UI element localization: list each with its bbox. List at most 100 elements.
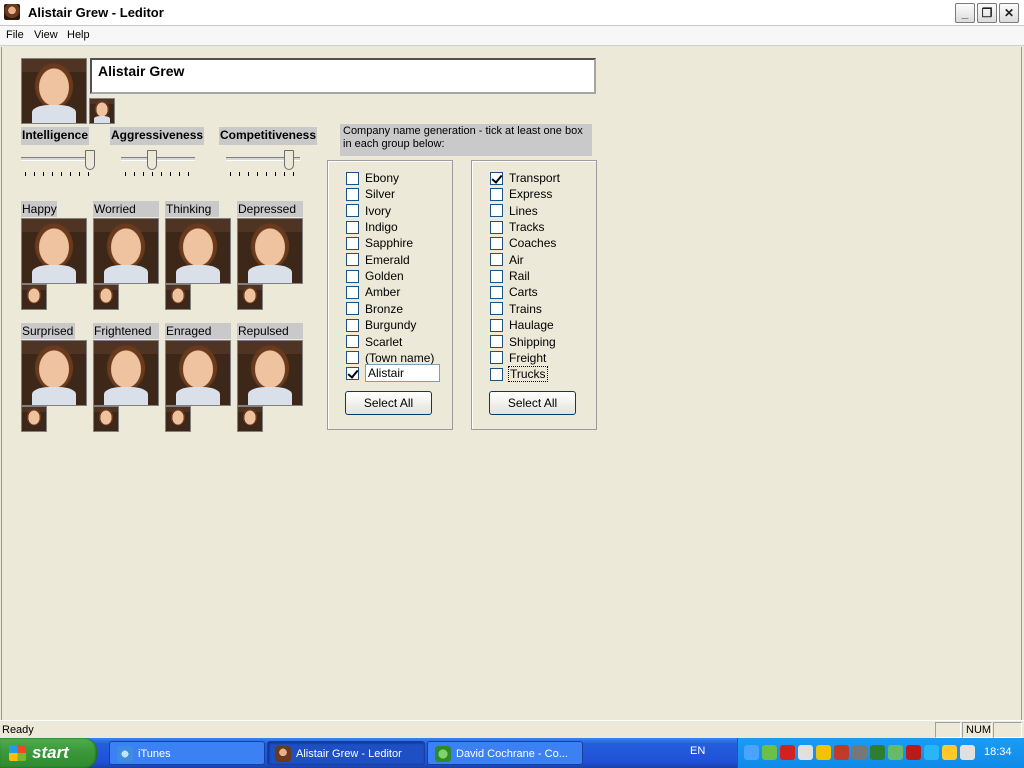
- close-button[interactable]: ✕: [999, 3, 1019, 23]
- checkbox-row-bronze[interactable]: Bronze: [346, 301, 403, 317]
- intelligence-slider[interactable]: [21, 150, 95, 180]
- checkbox-trucks[interactable]: [490, 367, 503, 381]
- select-all-suffix-button[interactable]: Select All: [489, 391, 576, 415]
- zonealarm-tray-icon[interactable]: [780, 745, 795, 760]
- minimize-button[interactable]: _: [955, 3, 975, 23]
- checkbox-row-rail[interactable]: Rail: [490, 268, 530, 284]
- emotion-thumb-enraged[interactable]: [165, 406, 191, 432]
- menu-help[interactable]: Help: [67, 29, 90, 41]
- browser-tray-icon[interactable]: [924, 745, 939, 760]
- checkbox-row-amber[interactable]: Amber: [346, 284, 400, 300]
- select-all-prefix-button[interactable]: Select All: [345, 391, 432, 415]
- character-portrait-small[interactable]: [89, 98, 115, 124]
- custom-prefix-input[interactable]: [365, 364, 440, 382]
- emotion-thumb-depressed[interactable]: [237, 284, 263, 310]
- taskbar-button-leditor[interactable]: Alistair Grew - Leditor: [267, 741, 425, 765]
- checkbox-row-ivory[interactable]: Ivory: [346, 203, 391, 219]
- checkbox-ebony[interactable]: [346, 171, 359, 185]
- checkbox-lines[interactable]: [490, 204, 503, 218]
- emotion-photo-surprised[interactable]: [21, 340, 87, 406]
- checkbox-row-coaches[interactable]: Coaches: [490, 235, 556, 251]
- checkbox-rail[interactable]: [490, 269, 503, 283]
- custom-prefix-checkbox[interactable]: [346, 366, 359, 380]
- checkbox-row-emerald[interactable]: Emerald: [346, 252, 410, 268]
- emotion-photo-enraged[interactable]: [165, 340, 231, 406]
- emotion-photo-happy[interactable]: [21, 218, 87, 284]
- checkbox-tracks[interactable]: [490, 220, 503, 234]
- sparkle-tray-icon[interactable]: [960, 745, 975, 760]
- display-tray-icon[interactable]: [888, 745, 903, 760]
- checkbox-coaches[interactable]: [490, 236, 503, 250]
- messenger-tray-icon[interactable]: [762, 745, 777, 760]
- restore-button[interactable]: ❐: [977, 3, 997, 23]
- checkbox-air[interactable]: [490, 253, 503, 267]
- checkbox-row-burgundy[interactable]: Burgundy: [346, 317, 416, 333]
- checkbox-emerald[interactable]: [346, 253, 359, 267]
- slider-thumb[interactable]: [283, 150, 294, 170]
- camera-tray-icon[interactable]: [852, 745, 867, 760]
- checkbox-haulage[interactable]: [490, 318, 503, 332]
- checkbox-row-silver[interactable]: Silver: [346, 186, 395, 202]
- checkbox-row-freight[interactable]: Freight: [490, 350, 546, 366]
- checkbox-row-transport[interactable]: Transport: [490, 170, 560, 186]
- emotion-photo-worried[interactable]: [93, 218, 159, 284]
- checkbox-amber[interactable]: [346, 285, 359, 299]
- checkbox-row-tracks[interactable]: Tracks: [490, 219, 545, 235]
- checkbox-row-sapphire[interactable]: Sapphire: [346, 235, 413, 251]
- checkbox-row-shipping[interactable]: Shipping: [490, 334, 556, 350]
- slider-thumb[interactable]: [146, 150, 157, 170]
- checkbox-bronze[interactable]: [346, 302, 359, 316]
- checkbox-burgundy[interactable]: [346, 318, 359, 332]
- checkbox-ivory[interactable]: [346, 204, 359, 218]
- checkbox-row-ebony[interactable]: Ebony: [346, 170, 399, 186]
- emotion-photo-thinking[interactable]: [165, 218, 231, 284]
- checkbox-carts[interactable]: [490, 285, 503, 299]
- slider-thumb[interactable]: [85, 150, 95, 170]
- taskbar-button-messenger[interactable]: David Cochrane - Co...: [427, 741, 583, 765]
- emotion-thumb-happy[interactable]: [21, 284, 47, 310]
- checkbox-golden[interactable]: [346, 269, 359, 283]
- emotion-thumb-repulsed[interactable]: [237, 406, 263, 432]
- emotion-thumb-worried[interactable]: [93, 284, 119, 310]
- emotion-thumb-frightened[interactable]: [93, 406, 119, 432]
- checkbox-trains[interactable]: [490, 302, 503, 316]
- checkbox-transport[interactable]: [490, 171, 503, 185]
- checkbox-silver[interactable]: [346, 187, 359, 201]
- checkbox-row-trucks[interactable]: Trucks: [490, 366, 548, 383]
- menu-file[interactable]: File: [6, 29, 24, 41]
- checkbox-row-lines[interactable]: Lines: [490, 203, 538, 219]
- power-tray-icon[interactable]: [942, 745, 957, 760]
- checkbox-row-carts[interactable]: Carts: [490, 284, 538, 300]
- emotion-thumb-thinking[interactable]: [165, 284, 191, 310]
- media-tray-icon[interactable]: [798, 745, 813, 760]
- language-indicator[interactable]: EN: [690, 745, 705, 757]
- checkbox-indigo[interactable]: [346, 220, 359, 234]
- character-portrait[interactable]: [21, 58, 87, 124]
- menu-view[interactable]: View: [34, 29, 58, 41]
- security-tray-icon[interactable]: [816, 745, 831, 760]
- checkbox-row-trains[interactable]: Trains: [490, 301, 542, 317]
- checkbox-town-name[interactable]: [346, 351, 359, 365]
- emotion-thumb-surprised[interactable]: [21, 406, 47, 432]
- checkbox-row-golden[interactable]: Golden: [346, 268, 404, 284]
- search-tray-icon[interactable]: [834, 745, 849, 760]
- checkbox-row-haulage[interactable]: Haulage: [490, 317, 554, 333]
- title-bar[interactable]: Alistair Grew - Leditor _ ❐ ✕: [0, 0, 1024, 26]
- checkbox-shipping[interactable]: [490, 335, 503, 348]
- checkbox-express[interactable]: [490, 187, 503, 201]
- itunes-tray-icon[interactable]: [744, 745, 759, 760]
- checkbox-freight[interactable]: [490, 351, 503, 365]
- checkbox-row-scarlet[interactable]: Scarlet: [346, 334, 402, 350]
- app-tray-icon[interactable]: [906, 745, 921, 760]
- network-tray-icon[interactable]: [870, 745, 885, 760]
- checkbox-row-indigo[interactable]: Indigo: [346, 219, 398, 235]
- checkbox-row-express[interactable]: Express: [490, 186, 552, 202]
- emotion-photo-depressed[interactable]: [237, 218, 303, 284]
- aggressiveness-slider[interactable]: [121, 150, 195, 180]
- checkbox-scarlet[interactable]: [346, 335, 359, 348]
- emotion-photo-frightened[interactable]: [93, 340, 159, 406]
- taskbar-button-itunes[interactable]: iTunes: [109, 741, 265, 765]
- start-button[interactable]: start: [0, 738, 97, 768]
- emotion-photo-repulsed[interactable]: [237, 340, 303, 406]
- checkbox-row-air[interactable]: Air: [490, 252, 524, 268]
